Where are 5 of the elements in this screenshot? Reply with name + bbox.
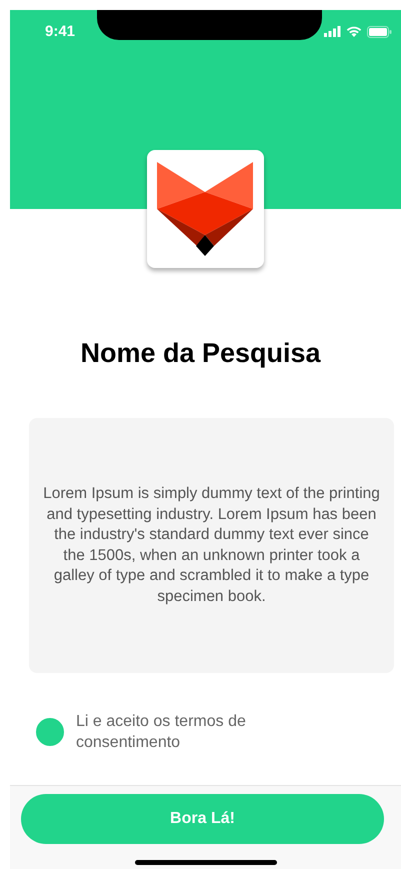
survey-title: Nome da Pesquisa	[79, 338, 322, 369]
status-time: 9:41	[45, 23, 76, 40]
start-button[interactable]: Bora Lá!	[21, 794, 384, 844]
description-text: Lorem Ipsum is simply dummy text of the printing and typesetting industry. Lorem Ipsum has been the industry's standard dummy text ever since the 1500s, when an unknown printer took a galley of type and scrambled it to make a type specimen book.	[43, 484, 380, 606]
consent-label: Li e aceito os termos de consentimento	[76, 712, 247, 753]
